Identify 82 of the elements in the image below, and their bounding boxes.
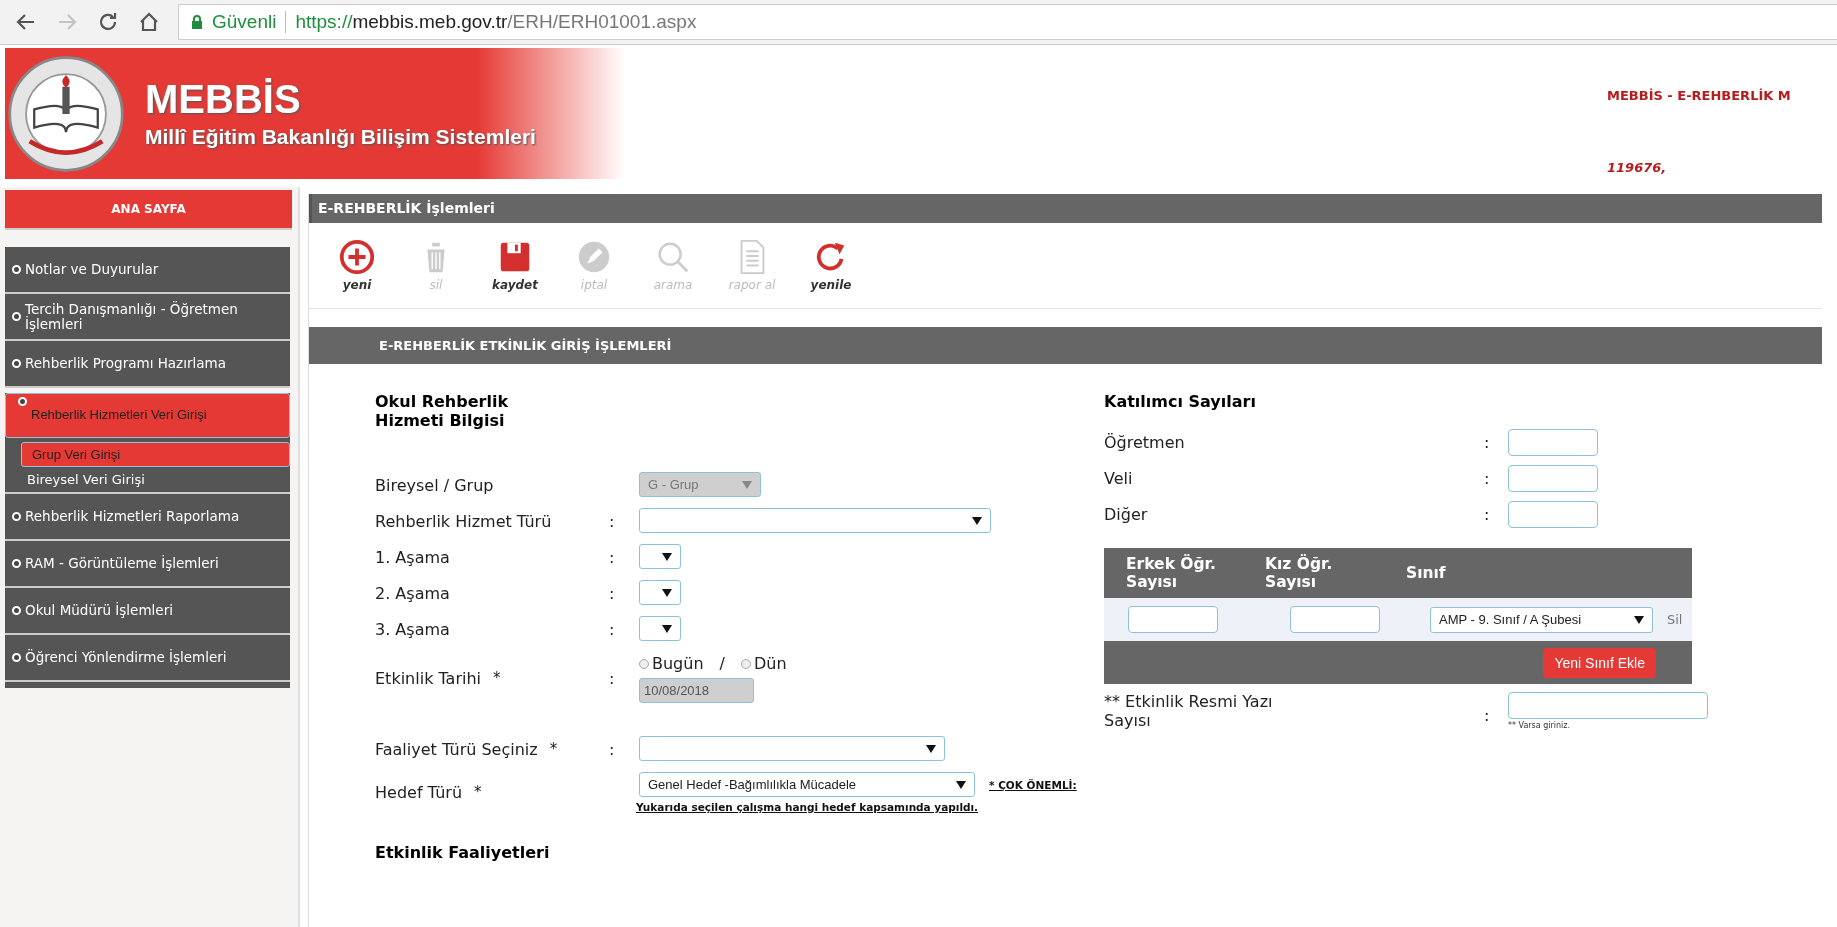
refresh-button[interactable]: yenile <box>805 238 857 292</box>
number-field[interactable] <box>1508 501 1598 528</box>
number-field[interactable] <box>1508 465 1598 492</box>
required-mark: * <box>493 669 501 688</box>
important-link[interactable]: * ÇOK ÖNEMLİ: <box>989 778 1077 791</box>
field-label: Etkinlik Tarihi <box>375 669 481 688</box>
menu-item[interactable]: Rehberlik Hizmetleri Veri Girişi <box>5 393 290 438</box>
help-link[interactable]: Yukarıda seçilen çalışma hangi hedef kapsamında yapıldı. <box>636 801 1135 813</box>
url-text: https://mebbis.meb.gov.tr/ERH/ERH01001.aspx <box>295 11 697 33</box>
field-label: Bireysel / Grup <box>375 476 494 495</box>
caret-icon <box>662 552 672 561</box>
dropdown[interactable]: Genel Hedef -Bağımlılıkla Mücadele <box>639 772 975 797</box>
site-subtitle: Millî Eğitim Bakanlığı Bilişim Sistemleri <box>145 124 536 149</box>
colon-text: : <box>609 669 615 688</box>
field-label: ** Etkinlik Resmi Yazı Sayısı <box>1104 692 1274 730</box>
colon-text: : <box>1484 505 1491 524</box>
colon-text: : <box>609 548 615 567</box>
number-field[interactable] <box>1508 429 1598 456</box>
number-field[interactable] <box>1290 606 1380 633</box>
hint-text: ** Varsa giriniz. <box>1508 721 1572 730</box>
caret-icon <box>662 588 672 597</box>
bullet-icon <box>12 653 21 662</box>
colon-text: : <box>1484 433 1491 452</box>
required-mark: * <box>549 740 558 759</box>
site-title: MEBBİS <box>145 78 302 119</box>
column-header: Kız Öğr. Sayısı <box>1265 555 1334 591</box>
bullet-icon <box>12 265 21 274</box>
field-label: 3. Aşama <box>375 620 450 639</box>
field-label: Veli <box>1104 469 1134 488</box>
caret-icon <box>972 516 982 525</box>
field-label: Hedef Türü <box>375 783 463 802</box>
field-label: Öğretmen <box>1104 433 1186 452</box>
section-header: E-REHBERLİK ETKİNLİK GİRİŞ İŞLEMLERİ <box>309 327 1822 364</box>
dropdown[interactable] <box>639 580 681 605</box>
home-menu-button[interactable]: ANA SAYFA <box>5 190 292 230</box>
caret-icon <box>1634 615 1644 624</box>
colon-text: : <box>609 740 615 759</box>
caret-icon <box>742 480 752 489</box>
bullet-icon <box>12 359 21 368</box>
separator-text: / <box>719 654 725 673</box>
dropdown[interactable]: AMP - 9. Sınıf / A Şubesi <box>1430 606 1653 633</box>
panel-title: E-REHBERLİK İşlemleri <box>309 194 1822 223</box>
add-class-button[interactable]: Yeni Sınıf Ekle <box>1543 647 1656 678</box>
required-mark: * <box>474 783 482 802</box>
field-label: Rehberlik Hizmet Türü <box>375 512 552 531</box>
field-label: Faaliyet Türü Seçiniz <box>375 740 538 759</box>
colon-text: : <box>609 620 615 639</box>
column-header: Erkek Öğr. Sayısı <box>1126 555 1217 591</box>
form-heading: Katılımcı Sayıları <box>1104 392 1257 411</box>
caret-icon <box>926 744 936 753</box>
dropdown[interactable] <box>639 544 681 569</box>
bullet-icon <box>12 559 21 568</box>
bullet-icon <box>12 512 21 521</box>
address-bar[interactable]: Güvenli https://mebbis.meb.gov.tr/ERH/ERH01001.aspx <box>178 4 1837 40</box>
submenu-item[interactable]: Bireysel Veri Girişi <box>5 467 290 492</box>
bullet-icon <box>18 397 27 406</box>
add-button[interactable]: yeni <box>331 238 383 292</box>
submenu-item[interactable]: Grup Veri Girişi <box>21 442 290 467</box>
field-label: Diğer <box>1104 505 1149 524</box>
field-label: 2. Aşama <box>375 584 450 603</box>
colon-text: : <box>1484 469 1491 488</box>
section-heading: Etkinlik Faaliyetleri <box>375 843 551 862</box>
bullet-icon <box>12 606 21 615</box>
form-heading: Okul Rehberlik Hizmeti Bilgisi <box>375 392 510 430</box>
colon-text: : <box>609 512 615 531</box>
column-header: Sınıf <box>1406 564 1446 582</box>
bullet-icon <box>12 312 21 321</box>
colon-text: : <box>1484 706 1491 725</box>
colon-text: : <box>609 584 615 603</box>
caret-icon <box>662 624 672 633</box>
caret-icon <box>956 780 966 789</box>
plus-circle-icon <box>338 238 376 276</box>
number-field[interactable] <box>1128 606 1218 633</box>
lock-icon <box>191 15 203 29</box>
delete-link[interactable]: Sil <box>1667 612 1683 627</box>
security-label: Güvenli <box>212 11 277 33</box>
save-button[interactable]: kaydet <box>489 238 541 292</box>
field-label: 1. Aşama <box>375 548 450 567</box>
system-title: MEBBİS - E-REHBERLİK M <box>1607 88 1791 103</box>
dropdown[interactable] <box>639 616 681 641</box>
number-field[interactable] <box>1508 692 1708 719</box>
user-code: 119676, <box>1607 160 1667 175</box>
